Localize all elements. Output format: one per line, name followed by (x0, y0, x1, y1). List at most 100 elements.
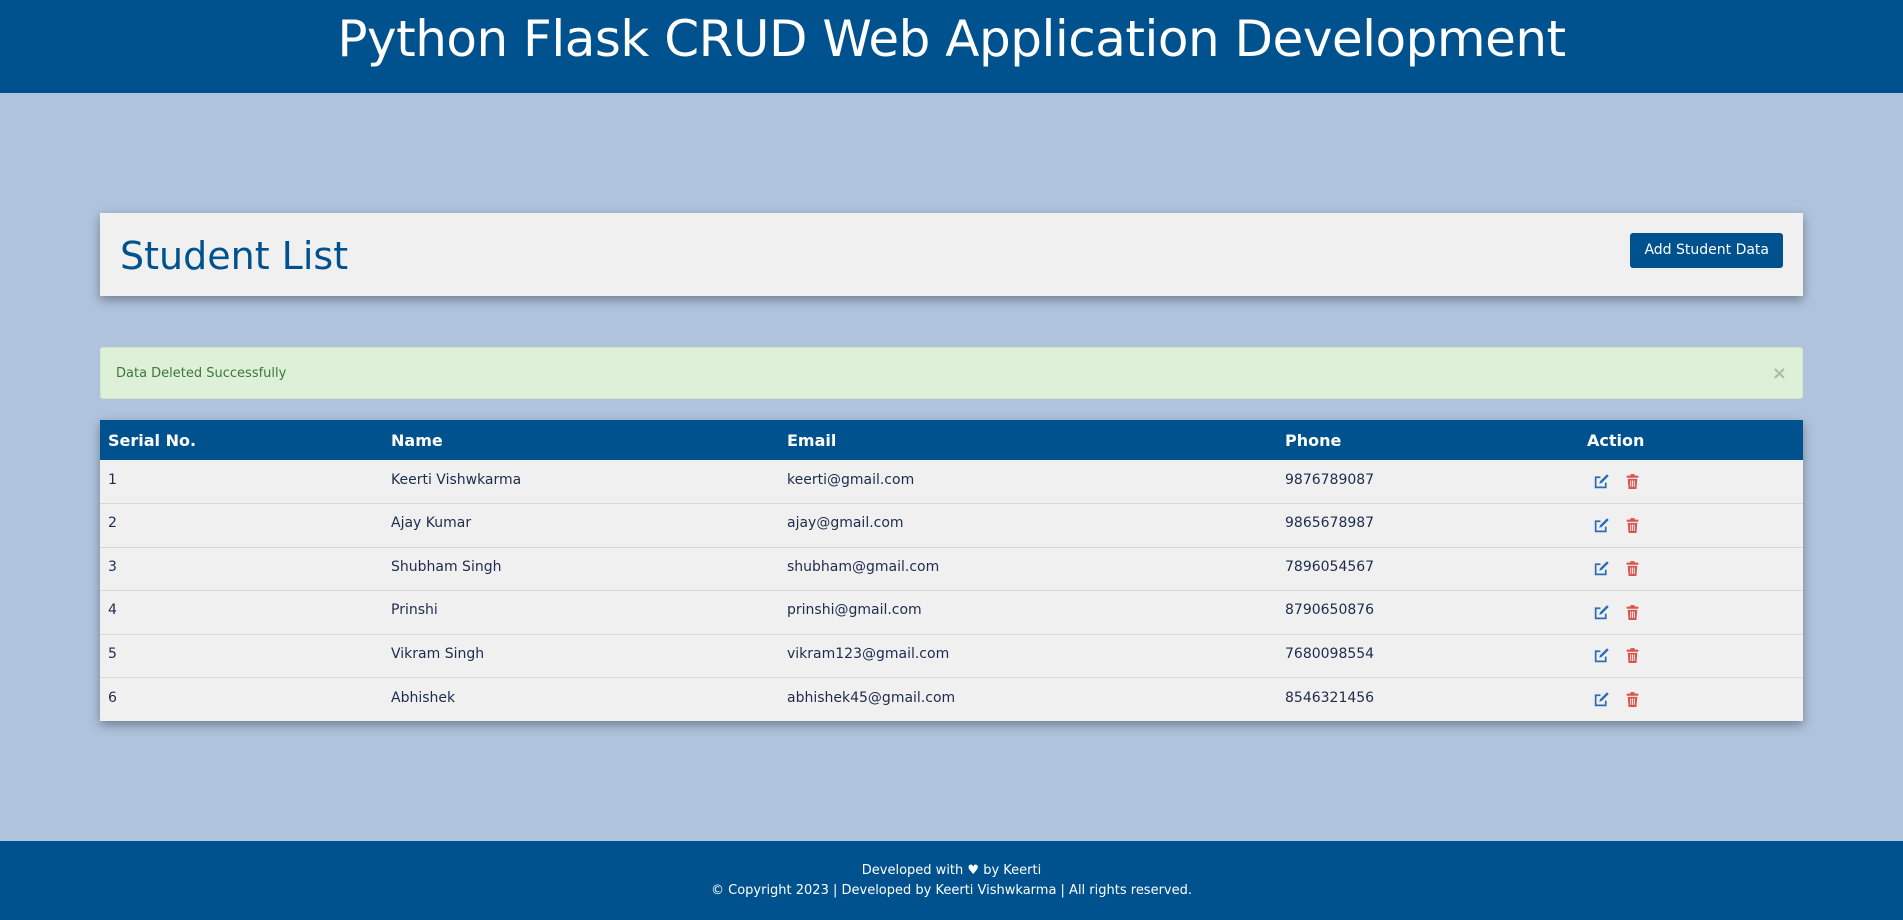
cell-name: Abhishek (383, 678, 779, 722)
edit-icon[interactable] (1593, 517, 1610, 534)
footer-credit: Developed with ♥ by Keerti (862, 861, 1041, 881)
footer-credit-prefix: Developed with (861, 862, 964, 878)
delete-icon[interactable] (1624, 691, 1641, 708)
footer-credit-suffix: by Keerti (983, 862, 1042, 878)
cell-serial: 5 (100, 634, 383, 678)
column-header-name: Name (391, 430, 443, 450)
column-header-phone: Phone (1285, 430, 1342, 450)
cell-phone-text: 8546321456 (1285, 689, 1375, 706)
edit-icon[interactable] (1593, 604, 1610, 621)
column-header-action: Action (1587, 430, 1645, 450)
cell-phone-text: 9876789087 (1285, 471, 1375, 488)
table-body: 1 Keerti Vishwkarma keerti@gmail.com 987678… (100, 460, 1803, 721)
table-row: 5 Vikram Singh vikram123@gmail.com 76800985… (100, 634, 1803, 678)
cell-name-text: Ajay Kumar (391, 515, 472, 532)
cell-action (1579, 634, 1803, 678)
cell-name-text: Vikram Singh (391, 645, 485, 662)
delete-icon[interactable] (1624, 647, 1641, 664)
cell-serial-text: 6 (108, 689, 117, 706)
column-header-serial: Serial No. (108, 430, 197, 450)
page-header: Python Flask CRUD Web Application Develo… (0, 0, 1903, 93)
table-row: 1 Keerti Vishwkarma keerti@gmail.com 987678… (100, 460, 1803, 504)
cell-phone: 9865678987 (1277, 504, 1579, 548)
cell-email-text: abhishek45@gmail.com (787, 689, 956, 706)
row-actions (1587, 604, 1795, 621)
cell-name-text: Prinshi (391, 602, 438, 619)
column-header-email: Email (787, 430, 837, 450)
close-icon[interactable]: × (1772, 363, 1787, 384)
student-table-container: Serial No. Name Email Phone Action 1 Keer… (100, 420, 1803, 721)
cell-name-text: Keerti Vishwkarma (391, 471, 522, 488)
cell-phone: 7680098554 (1277, 634, 1579, 678)
cell-serial: 1 (100, 460, 383, 504)
page-footer: Developed with ♥ by Keerti © Copyright 2… (0, 841, 1903, 920)
cell-email: vikram123@gmail.com (779, 634, 1277, 678)
cell-action (1579, 678, 1803, 722)
cell-email-text: ajay@gmail.com (787, 515, 904, 532)
cell-email: prinshi@gmail.com (779, 591, 1277, 635)
cell-email: shubham@gmail.com (779, 547, 1277, 591)
cell-name: Vikram Singh (383, 634, 779, 678)
cell-action (1579, 547, 1803, 591)
cell-serial: 4 (100, 591, 383, 635)
cell-phone-text: 7680098554 (1285, 645, 1375, 662)
cell-action (1579, 591, 1803, 635)
cell-name: Ajay Kumar (383, 504, 779, 548)
edit-icon[interactable] (1593, 691, 1610, 708)
cell-action (1579, 504, 1803, 548)
cell-serial-text: 4 (108, 602, 117, 619)
edit-icon[interactable] (1593, 473, 1610, 490)
cell-serial-text: 1 (108, 471, 117, 488)
app-title: Python Flask CRUD Web Application Develo… (337, 9, 1566, 68)
cell-name-text: Abhishek (391, 689, 456, 706)
cell-serial-text: 5 (108, 645, 117, 662)
delete-icon[interactable] (1624, 517, 1641, 534)
cell-email-text: prinshi@gmail.com (787, 602, 922, 619)
delete-icon[interactable] (1624, 473, 1641, 490)
cell-phone: 8790650876 (1277, 591, 1579, 635)
cell-action (1579, 460, 1803, 504)
cell-phone-text: 7896054567 (1285, 558, 1375, 575)
cell-phone: 9876789087 (1277, 460, 1579, 504)
page-title: Student List (120, 233, 349, 278)
table-row: 6 Abhishek abhishek45@gmail.com 8546321456 (100, 677, 1803, 722)
cell-serial: 6 (100, 678, 383, 722)
cell-name: Shubham Singh (383, 547, 779, 591)
edit-icon[interactable] (1593, 560, 1610, 577)
row-actions (1587, 473, 1795, 490)
cell-phone-text: 8790650876 (1285, 602, 1375, 619)
student-table: Serial No. Name Email Phone Action 1 Keer… (100, 420, 1803, 721)
cell-phone-text: 9865678987 (1285, 515, 1375, 532)
cell-name-text: Shubham Singh (391, 558, 502, 575)
success-alert: Data Deleted Successfully × (100, 347, 1803, 399)
add-student-button[interactable]: Add Student Data (1630, 232, 1783, 268)
cell-serial: 3 (100, 547, 383, 591)
heart-icon: ♥ (967, 862, 980, 878)
cell-serial-text: 3 (108, 558, 117, 575)
cell-name: Prinshi (383, 591, 779, 635)
footer-copyright: © Copyright 2023 | Developed by Keerti V… (710, 882, 1193, 898)
row-actions (1587, 560, 1795, 577)
row-actions (1587, 647, 1795, 664)
edit-icon[interactable] (1593, 647, 1610, 664)
cell-serial: 2 (100, 504, 383, 548)
cell-email: ajay@gmail.com (779, 504, 1277, 548)
cell-email-text: keerti@gmail.com (787, 471, 915, 488)
table-row: 4 Prinshi prinshi@gmail.com 8790650876 (100, 590, 1803, 635)
delete-icon[interactable] (1624, 604, 1641, 621)
cell-phone: 8546321456 (1277, 678, 1579, 722)
cell-email: abhishek45@gmail.com (779, 678, 1277, 722)
cell-email-text: shubham@gmail.com (787, 558, 940, 575)
cell-name: Keerti Vishwkarma (383, 460, 779, 504)
cell-email-text: vikram123@gmail.com (787, 645, 950, 662)
table-row: 3 Shubham Singh shubham@gmail.com 789605456… (100, 547, 1803, 591)
title-card: Student List Add Student Data (100, 213, 1803, 296)
delete-icon[interactable] (1624, 560, 1641, 577)
cell-email: keerti@gmail.com (779, 460, 1277, 504)
table-row: 2 Ajay Kumar ajay@gmail.com 9865678987 (100, 503, 1803, 548)
row-actions (1587, 517, 1795, 534)
cell-serial-text: 2 (108, 515, 117, 532)
cell-phone: 7896054567 (1277, 547, 1579, 591)
table-header-row: Serial No. Name Email Phone Action (100, 420, 1803, 460)
row-actions (1587, 691, 1795, 708)
